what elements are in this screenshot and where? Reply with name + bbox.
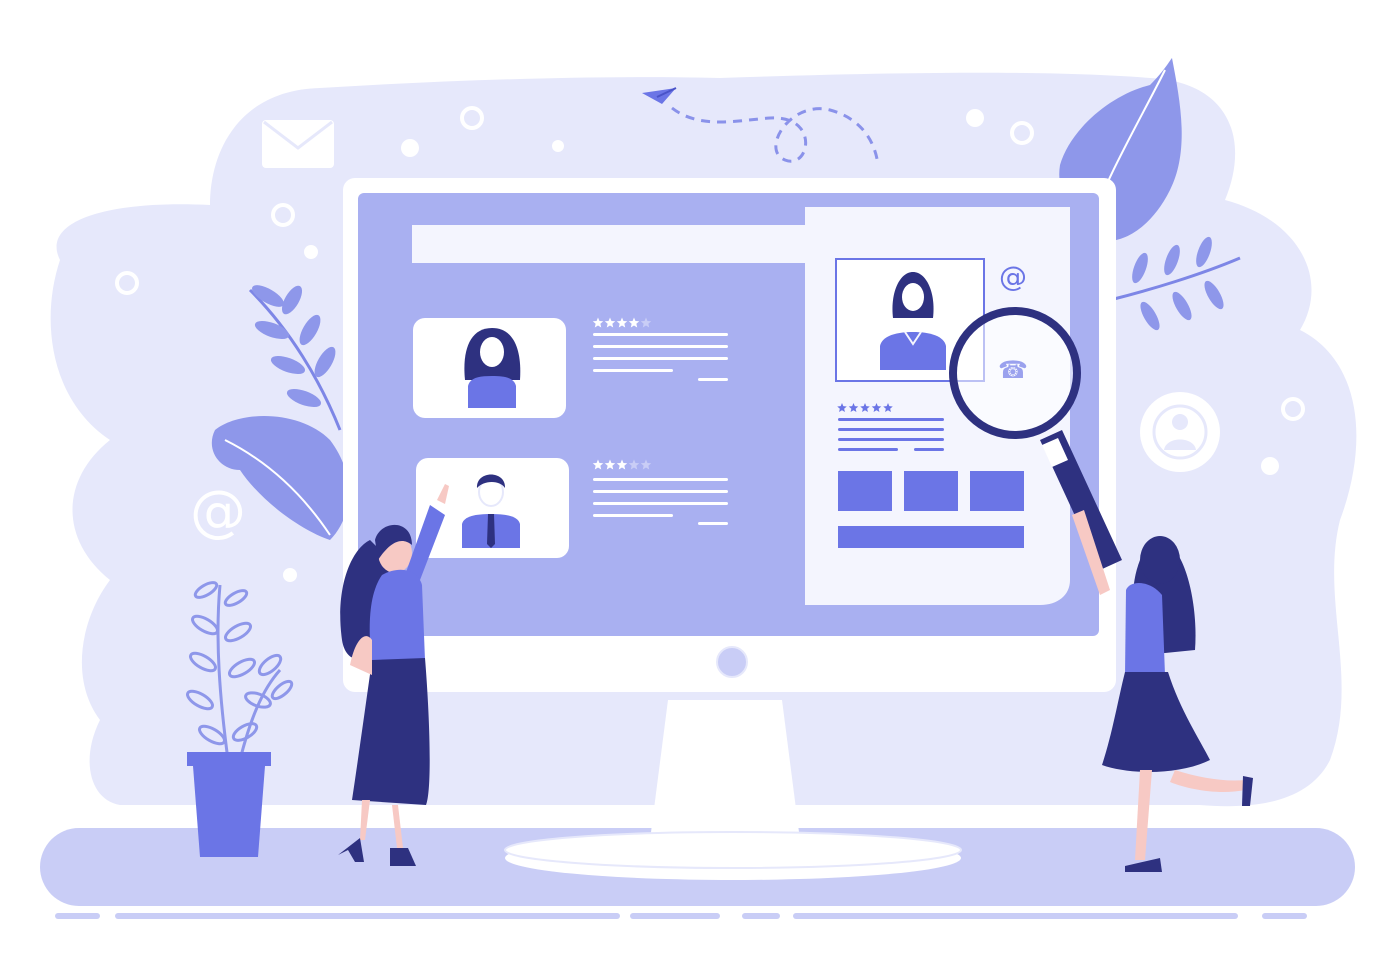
monitor-power-button <box>716 646 748 678</box>
floor-dash-lines <box>55 913 1307 919</box>
candidate-card-woman <box>413 318 566 418</box>
at-sign-icon-left: @ <box>190 479 246 544</box>
profile-action-blocks <box>838 471 1024 548</box>
screen-search-bar <box>412 225 812 263</box>
recruitment-illustration: @ @ ☎ <box>40 58 1357 919</box>
at-sign-icon-panel: @ <box>999 260 1027 293</box>
envelope-icon <box>262 120 334 168</box>
phone-icon: ☎ <box>998 356 1028 384</box>
user-avatar-icon <box>1140 392 1220 472</box>
candidate-card-man <box>416 458 569 558</box>
